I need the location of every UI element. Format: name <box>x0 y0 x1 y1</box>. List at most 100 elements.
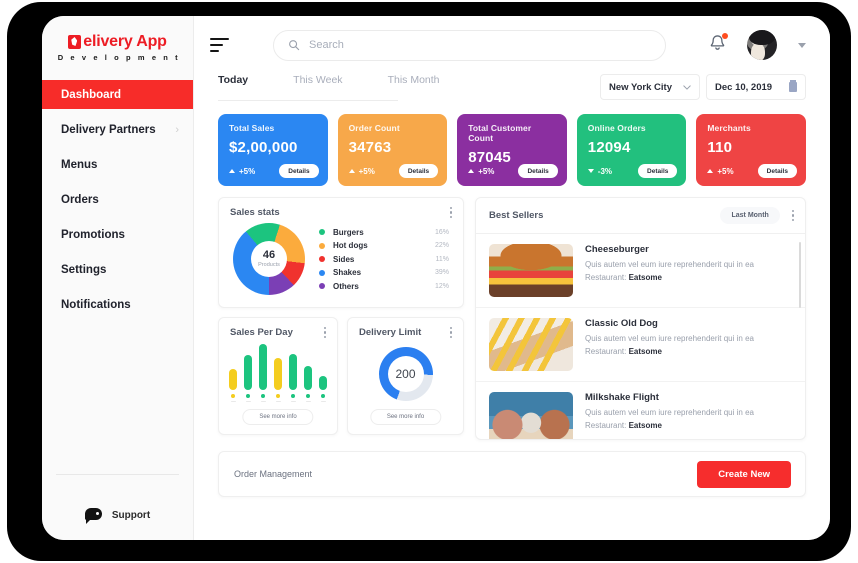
list-scrollbar[interactable] <box>798 242 801 308</box>
legend-label: Hot dogs <box>333 241 368 250</box>
list-item[interactable]: Cheeseburger Quis autem vel eum iure rep… <box>476 234 805 308</box>
filters: New York City Dec 10, 2019 <box>600 74 806 100</box>
sidebar-item-dashboard[interactable]: Dashboard <box>42 80 193 109</box>
bar <box>304 365 312 390</box>
caret-up-icon <box>348 169 355 173</box>
city-select-value: New York City <box>609 81 673 93</box>
user-avatar[interactable] <box>747 30 777 60</box>
sidebar-item-label: Dashboard <box>61 88 122 101</box>
search-input[interactable] <box>309 39 651 51</box>
stat-delta-value: +5% <box>358 166 375 176</box>
product-description: Quis autem vel eum iure reprehenderit qu… <box>585 334 754 343</box>
search-box[interactable] <box>273 29 666 61</box>
more-options-icon[interactable] <box>791 210 794 221</box>
city-select[interactable]: New York City <box>600 74 700 100</box>
app-logo[interactable]: elivery App D e v e l o p m e n t <box>42 16 193 74</box>
bar-dot <box>246 393 250 398</box>
see-more-info-button[interactable]: See more info <box>369 409 442 425</box>
stat-delta-value: +5% <box>239 166 256 176</box>
logo-title: elivery App <box>42 33 193 51</box>
bar <box>229 368 237 390</box>
sidebar-item-label: Orders <box>61 193 99 206</box>
bar <box>259 343 267 390</box>
donut-center-value: 46 <box>262 248 276 261</box>
mini-cards-row: Sales Per Day See more info Delivery Lim… <box>218 317 464 435</box>
bar-baseline <box>275 400 281 402</box>
bar-baseline <box>290 400 296 402</box>
date-picker[interactable]: Dec 10, 2019 <box>706 74 806 100</box>
filter-bar: Today This Week This Month New York City… <box>194 74 830 112</box>
tab-this-week[interactable]: This Week <box>293 74 342 95</box>
stat-title: Order Count <box>348 123 400 133</box>
stat-title: Total Sales <box>229 123 275 133</box>
main-area: Today This Week This Month New York City… <box>194 16 830 540</box>
stat-card-online-orders[interactable]: Online Orders 12094 -3% Details <box>576 114 687 186</box>
legend-value: 22% <box>434 242 449 249</box>
details-button[interactable]: Details <box>398 164 439 178</box>
product-info: Cheeseburger Quis autem vel eum iure rep… <box>585 244 792 297</box>
delivery-limit-gauge: 200 <box>378 347 433 401</box>
search-icon <box>289 40 300 51</box>
stat-card-order-count[interactable]: Order Count 34763 +5% Details <box>337 114 448 186</box>
sidebar-item-settings[interactable]: Settings <box>42 255 193 284</box>
stat-value: $2,00,000 <box>229 139 298 156</box>
legend-color-swatch <box>319 229 325 235</box>
restaurant-name: Eatsome <box>628 273 662 282</box>
product-restaurant: Restaurant: Eatsome <box>585 421 792 430</box>
notifications-button[interactable] <box>709 32 728 57</box>
stat-card-total-customer-count[interactable]: Total Customer Count 87045 +5% Details <box>457 114 567 186</box>
sidebar-item-delivery-partners[interactable]: Delivery Partners › <box>42 115 193 144</box>
list-item[interactable]: Milkshake Flight Quis autem vel eum iure… <box>476 382 805 439</box>
list-item[interactable]: Classic Old Dog Quis autem vel eum iure … <box>476 308 805 382</box>
product-name: Cheeseburger <box>585 244 649 255</box>
hamburger-menu-icon[interactable] <box>210 37 229 53</box>
more-options-icon[interactable] <box>323 327 326 338</box>
tab-this-month[interactable]: This Month <box>388 74 440 95</box>
stat-card-merchants[interactable]: Merchants 110 +5% Details <box>696 114 806 186</box>
details-button[interactable]: Details <box>638 164 678 178</box>
see-more-info-button[interactable]: See more info <box>242 409 314 425</box>
delivery-limit-card: Delivery Limit 200 See more info <box>347 317 464 435</box>
bar-dot <box>231 393 235 398</box>
sidebar-item-notifications[interactable]: Notifications <box>42 290 193 319</box>
sidebar-item-orders[interactable]: Orders <box>42 185 193 214</box>
gauge-value: 200 <box>387 356 424 392</box>
support-link[interactable]: Support <box>56 474 179 540</box>
restaurant-prefix: Restaurant: <box>585 273 629 282</box>
chevron-right-icon: › <box>175 123 179 136</box>
stat-delta-value: -3% <box>597 166 613 176</box>
stat-delta: +5% <box>229 167 255 176</box>
sales-per-day-card: Sales Per Day See more info <box>218 317 338 435</box>
legend-value: 12% <box>434 282 449 290</box>
sales-stats-header: Sales stats <box>219 198 463 221</box>
product-restaurant: Restaurant: Eatsome <box>585 273 792 282</box>
sidebar-item-menus[interactable]: Menus <box>42 150 193 179</box>
stat-delta: +5% <box>707 167 734 176</box>
sidebar-item-promotions[interactable]: Promotions <box>42 220 193 249</box>
more-options-icon[interactable] <box>449 207 452 218</box>
product-thumbnail <box>489 318 573 371</box>
stat-value: 110 <box>707 139 733 156</box>
details-button[interactable]: Details <box>279 164 319 178</box>
legend-color-swatch <box>319 242 325 249</box>
period-filter-button[interactable]: Last Month <box>720 207 780 224</box>
create-new-button[interactable]: Create New <box>697 460 791 488</box>
bar-column <box>319 375 327 402</box>
sidebar-item-label: Menus <box>61 158 98 171</box>
tab-today[interactable]: Today <box>218 74 248 95</box>
restaurant-prefix: Restaurant: <box>585 421 629 430</box>
details-button[interactable]: Details <box>757 164 797 178</box>
stat-card-total-sales[interactable]: Total Sales $2,00,000 +5% Details <box>218 114 328 186</box>
legend-item: Others 12% <box>319 279 453 293</box>
bar-dot <box>291 393 295 398</box>
chevron-down-icon[interactable] <box>798 42 806 48</box>
legend-label: Burgers <box>333 227 364 237</box>
product-info: Milkshake Flight Quis autem vel eum iure… <box>585 392 792 439</box>
more-options-icon[interactable] <box>449 327 452 338</box>
details-button[interactable]: Details <box>518 164 558 178</box>
stat-delta: +5% <box>348 166 375 176</box>
sidebar-item-label: Delivery Partners <box>61 123 156 136</box>
stat-value: 12094 <box>587 139 631 156</box>
left-column: Sales stats 46 Products Burgers 16% Hot … <box>218 197 464 440</box>
